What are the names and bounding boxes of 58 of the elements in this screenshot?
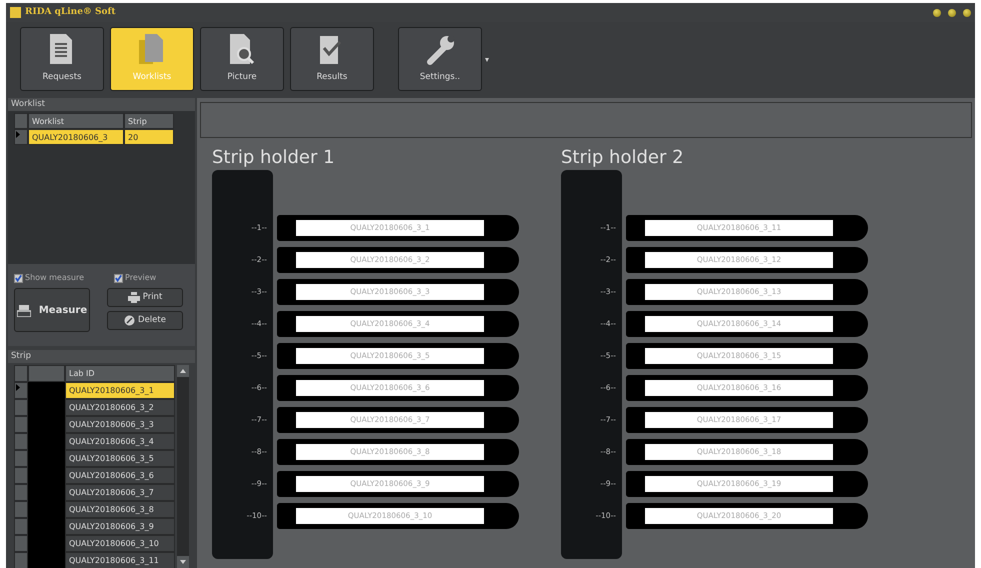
toolbar-tab[interactable]: Requests bbox=[20, 27, 104, 91]
minimize-button[interactable] bbox=[933, 8, 941, 16]
column-header bbox=[28, 365, 65, 382]
panel-title: Worklist bbox=[8, 98, 195, 111]
app-logo-icon bbox=[10, 7, 21, 18]
table-cell: QUALY20180606_3_8 bbox=[65, 501, 175, 518]
action-button[interactable]: Measure bbox=[14, 288, 90, 332]
down-arrow-icon bbox=[180, 560, 186, 564]
panel-title: Strip bbox=[8, 350, 195, 363]
row-header bbox=[14, 450, 28, 467]
close-button[interactable] bbox=[963, 8, 971, 16]
maximize-button[interactable] bbox=[948, 8, 956, 16]
action-button[interactable]: Delete bbox=[107, 311, 183, 330]
printer-icon bbox=[128, 292, 140, 303]
table-cell: QUALY20180606_3_3 bbox=[65, 416, 175, 433]
checkmark-icon bbox=[15, 274, 22, 282]
row-header bbox=[14, 535, 28, 552]
column-header: Strip bbox=[124, 113, 174, 129]
row-header bbox=[14, 416, 28, 433]
toolbar-tab[interactable]: Results bbox=[290, 27, 374, 91]
row-pointer-icon bbox=[16, 131, 20, 138]
table-cell: QUALY20180606_3_6 bbox=[65, 467, 175, 484]
row-header bbox=[14, 552, 28, 568]
row-header bbox=[14, 467, 28, 484]
checkbox[interactable] bbox=[14, 274, 23, 282]
window-title: RIDA qLine® Soft bbox=[25, 6, 116, 19]
scroll-up-button[interactable] bbox=[177, 365, 189, 377]
row-header bbox=[14, 433, 28, 450]
holder-title: Strip holder 1 bbox=[212, 146, 336, 170]
measure-icon bbox=[16, 303, 31, 317]
checkbox-label: Show measure bbox=[25, 272, 84, 284]
scroll-down-button[interactable] bbox=[177, 556, 189, 568]
checkmark-icon bbox=[115, 274, 122, 282]
table-cell: QUALY20180606_3_5 bbox=[65, 450, 175, 467]
row-header bbox=[14, 484, 28, 501]
column-header: Worklist bbox=[28, 113, 124, 129]
table-cell: QUALY20180606_3_10 bbox=[65, 535, 175, 552]
table-cell: QUALY20180606_3_1 bbox=[65, 382, 175, 399]
table-cell: QUALY20180606_3 bbox=[28, 129, 124, 145]
table-cell bbox=[28, 552, 65, 568]
up-arrow-icon bbox=[180, 369, 186, 373]
action-button[interactable]: Print bbox=[107, 288, 183, 307]
row-pointer-icon bbox=[16, 384, 20, 391]
table-cell: QUALY20180606_3_2 bbox=[65, 399, 175, 416]
table-cell bbox=[28, 382, 65, 399]
table-cell: QUALY20180606_3_9 bbox=[65, 518, 175, 535]
holder-title: Strip holder 2 bbox=[561, 146, 685, 170]
delete-icon bbox=[124, 315, 136, 326]
row-header bbox=[14, 518, 28, 535]
table-cell: QUALY20180606_3_7 bbox=[65, 484, 175, 501]
checkbox-label: Preview bbox=[125, 272, 156, 284]
table-cell: QUALY20180606_3_4 bbox=[65, 433, 175, 450]
table-cell: 20 bbox=[124, 129, 174, 145]
column-header: Lab ID bbox=[65, 365, 175, 382]
table-cell: QUALY20180606_3_11 bbox=[65, 552, 175, 568]
checkbox[interactable] bbox=[114, 274, 124, 282]
row-header bbox=[14, 501, 28, 518]
toolbar-tab[interactable]: Picture bbox=[200, 27, 284, 91]
